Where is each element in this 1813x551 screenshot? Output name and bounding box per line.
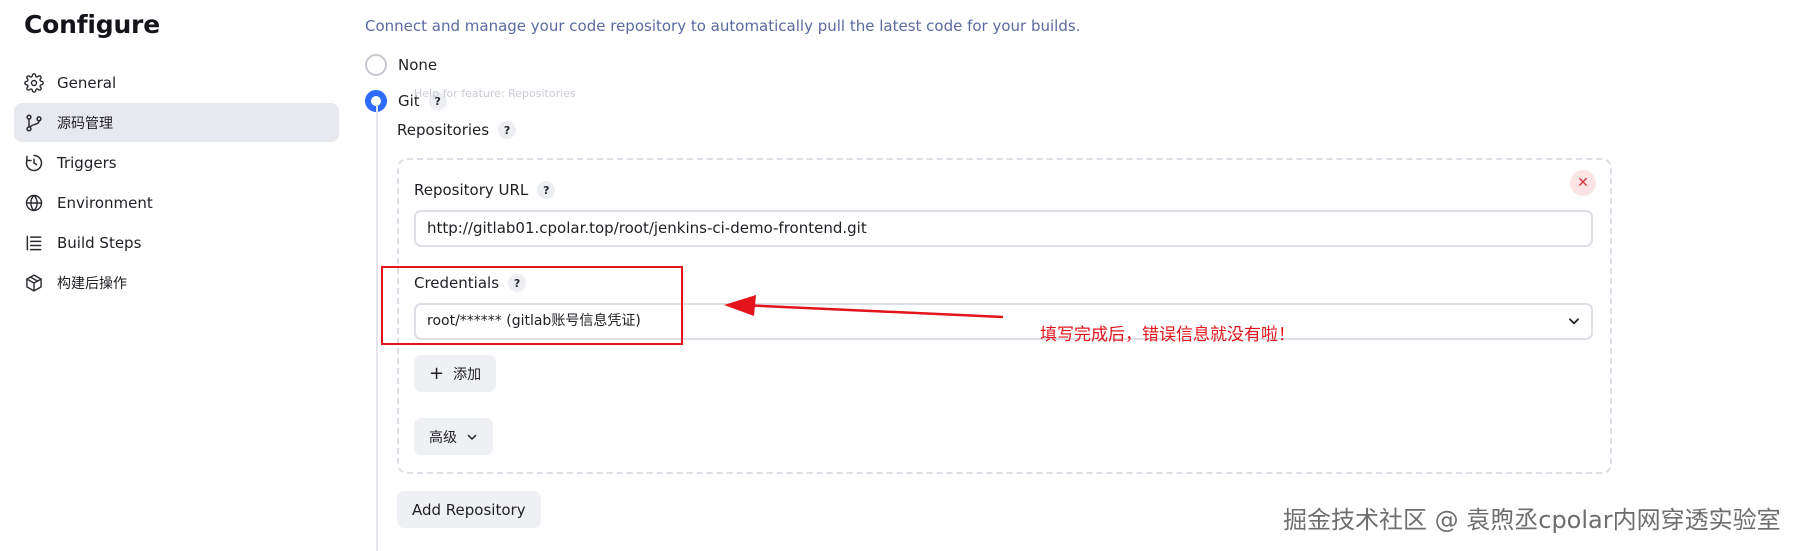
annotation-text: 填写完成后，错误信息就没有啦！ [1040, 325, 1295, 345]
annotation-arrow-icon [724, 295, 1004, 319]
watermark: 掘金技术社区 @ 袁煦丞cpolar内网穿透实验室 [1283, 506, 1781, 534]
